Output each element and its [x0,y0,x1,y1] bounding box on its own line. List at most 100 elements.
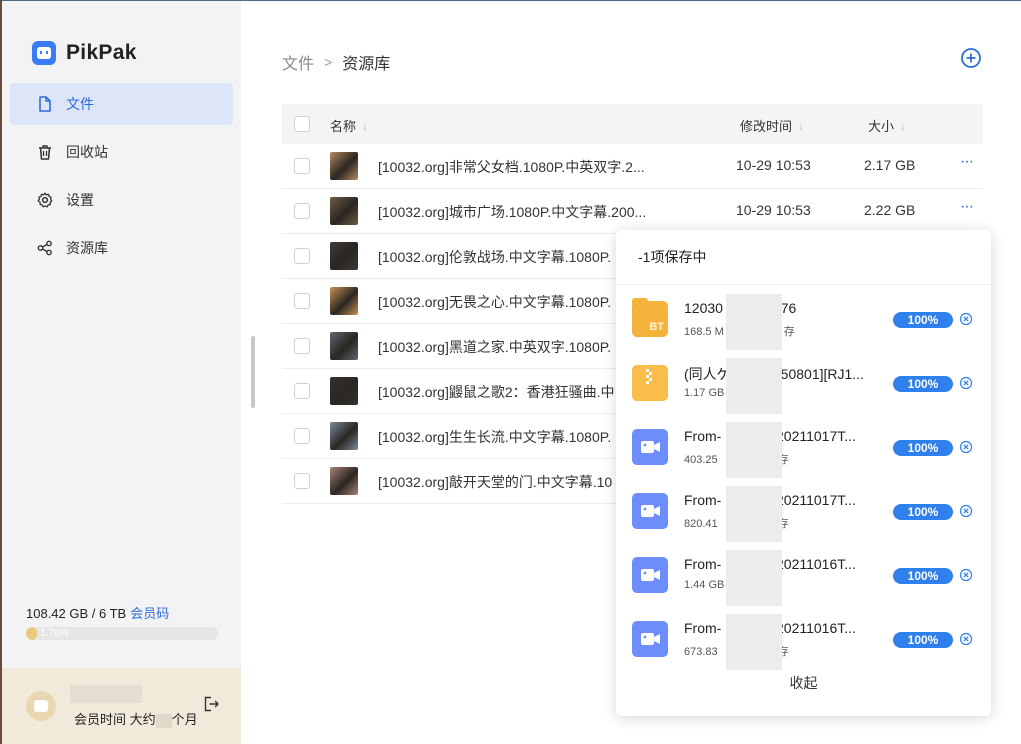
breadcrumb-current: 资源库 [342,56,391,73]
sidebar-item-label: 资源库 [66,240,108,256]
cancel-icon[interactable] [959,504,973,518]
column-header-size[interactable]: 大小 ↓ [868,116,906,135]
membership-time-suffix: 个月 [171,712,198,727]
redacted-region [726,294,782,350]
file-name[interactable]: [10032.org]鼹鼠之歌2：香港狂骚曲.中 [378,382,615,402]
progress-badge: 100% [893,440,953,456]
modified-time: 10-29 10:53 [736,202,811,218]
username-redacted [70,685,142,703]
row-checkbox[interactable] [294,203,310,219]
redacted-region [726,486,782,542]
storage-percent: 1.76% [40,628,69,639]
collapse-button[interactable]: 收起 [616,673,991,693]
bt-label: BT [649,321,664,333]
video-thumbnail [330,377,358,405]
sidebar-item-label: 文件 [66,96,94,112]
redacted-region [726,358,782,414]
share-icon [37,240,53,256]
app-logo[interactable]: PikPak [32,41,137,65]
column-header-modified[interactable]: 修改时间 ↓ [740,116,804,135]
file-name[interactable]: [10032.org]黑道之家.中英双字.1080P. [378,337,611,357]
column-header-name[interactable]: 名称 ↓ [330,116,368,135]
table-row[interactable]: [10032.org]非常父女档.1080P.中英双字.2... 10-29 10… [282,144,983,189]
row-checkbox[interactable] [294,428,310,444]
file-name[interactable]: [10032.org]敲开天堂的门.中文字幕.10 [378,472,612,492]
sort-arrow-icon: ↓ [798,118,805,133]
sidebar-resize-handle[interactable] [251,336,255,408]
row-checkbox[interactable] [294,158,310,174]
cancel-icon[interactable] [959,312,973,326]
video-thumbnail [330,332,358,360]
file-name[interactable]: [10032.org]城市广场.1080P.中文字幕.200... [378,202,646,222]
file-name[interactable]: [10032.org]非常父女档.1080P.中英双字.2... [378,157,645,177]
cancel-icon[interactable] [959,376,973,390]
redacted-region [726,614,782,670]
more-options-icon[interactable]: ··· [960,153,974,171]
bt-folder-icon: BT [632,298,668,337]
logout-icon[interactable] [202,695,220,713]
row-checkbox[interactable] [294,248,310,264]
breadcrumb-parent[interactable]: 文件 [282,50,314,74]
select-all-checkbox[interactable] [294,116,310,132]
sidebar-item-trash[interactable]: 回收站 [10,131,233,173]
task-item[interactable]: BT 12030 076 168.5 M 存 100% [616,286,991,350]
task-item[interactable]: From- -20211016T... 1.44 GB 100% [616,542,991,606]
row-checkbox[interactable] [294,338,310,354]
cancel-icon[interactable] [959,440,973,454]
zip-icon [632,365,668,401]
column-header-label: 修改时间 [740,119,793,134]
more-options-icon[interactable]: ··· [960,198,974,216]
table-header: 名称 ↓ 修改时间 ↓ 大小 ↓ [282,104,983,144]
task-item[interactable]: From- -20211017T... 820.41 存 100% [616,478,991,542]
redacted-region [726,422,782,478]
membership-time-redacted [155,713,172,728]
column-header-label: 大小 [868,119,895,134]
save-progress-popup: -1项保存中 BT 12030 076 168.5 M 存 100% (同人ゲ 50801][… [616,230,991,716]
video-icon [632,493,668,529]
progress-badge: 100% [893,376,953,392]
sidebar-item-library[interactable]: 资源库 [10,227,233,269]
gear-icon [37,192,53,208]
sidebar-item-files[interactable]: 文件 [10,83,233,125]
row-checkbox[interactable] [294,473,310,489]
add-button[interactable] [960,47,982,69]
row-checkbox[interactable] [294,293,310,309]
sidebar-item-settings[interactable]: 设置 [10,179,233,221]
file-name[interactable]: [10032.org]生生长流.中文字幕.1080P. [378,427,611,447]
user-panel: 会员时间 大约 个月 [2,668,241,744]
video-icon [632,429,668,465]
task-item[interactable]: (同人ゲ 50801][RJ1... 1.17 GB 100% [616,350,991,414]
cancel-icon[interactable] [959,568,973,582]
progress-badge: 100% [893,312,953,328]
trash-icon [37,144,53,160]
file-size: 2.17 GB [864,157,916,173]
file-size: 2.22 GB [864,202,916,218]
video-thumbnail [330,467,358,495]
redacted-region [726,550,782,606]
table-row[interactable]: [10032.org]城市广场.1080P.中文字幕.200... 10-29 1… [282,189,983,234]
video-thumbnail [330,242,358,270]
file-icon [37,96,53,112]
progress-badge: 100% [893,504,953,520]
file-name[interactable]: [10032.org]无畏之心.中文字幕.1080P. [378,292,611,312]
breadcrumb: 文件 > 资源库 [282,50,390,74]
avatar[interactable] [26,691,56,721]
membership-time-prefix: 会员时间 大约 [74,712,156,727]
sidebar-nav: 文件 回收站 设置 资源库 [10,83,233,275]
member-code-link[interactable]: 会员码 [130,606,169,621]
storage-usage-text: 108.42 GB / 6 TB [26,606,127,621]
sidebar-item-label: 设置 [66,192,94,208]
file-name[interactable]: [10032.org]伦敦战场.中文字幕.1080P. [378,247,611,267]
pikpak-logo-icon [32,41,56,65]
sidebar: PikPak 文件 回收站 设置 资源库 108.42 GB / 6 TB 会员… [2,1,241,744]
cancel-icon[interactable] [959,632,973,646]
progress-badge: 100% [893,632,953,648]
storage-progress-bar: 1.76% [26,627,218,640]
row-checkbox[interactable] [294,383,310,399]
video-icon [632,557,668,593]
breadcrumb-separator: > [324,54,333,70]
task-item[interactable]: From- -20211017T... 403.25 存 100% [616,414,991,478]
storage-info: 108.42 GB / 6 TB 会员码 [26,603,169,622]
popup-header: -1项保存中 [616,230,991,285]
task-item[interactable]: From- -20211016T... 673.83 存 100% [616,606,991,670]
